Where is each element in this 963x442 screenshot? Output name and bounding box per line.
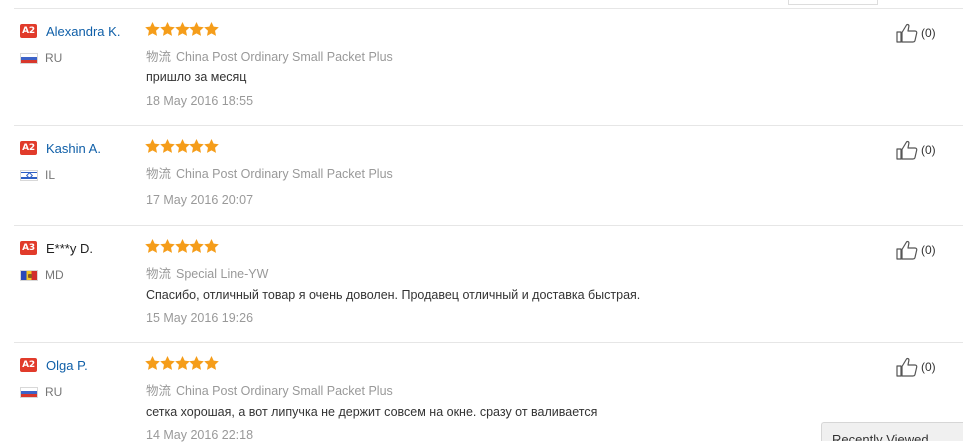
helpful-button[interactable]: (0) (896, 357, 936, 377)
logistics-method: Special Line-YW (176, 267, 269, 281)
reviewer-country: MD (20, 268, 64, 282)
star-icon (204, 22, 219, 36)
reviewer-name: E***y D. (46, 240, 93, 256)
star-icon (189, 239, 205, 253)
recently-viewed-tab[interactable]: Recently Viewed (821, 422, 963, 441)
logistics-label: 物流 (146, 50, 172, 64)
helpful-count: (0) (921, 26, 936, 40)
star-icon (189, 356, 205, 370)
star-icon (159, 139, 175, 153)
russia-flag-icon (20, 52, 38, 64)
country-code: RU (45, 385, 63, 399)
star-icon (174, 22, 190, 36)
review-item: A2 Kashin A. IL 物流 China Post Ordinary Sm… (14, 126, 963, 226)
star-icon (174, 239, 190, 253)
star-icon (145, 239, 160, 253)
reviewer-name[interactable]: Alexandra K. (46, 24, 120, 39)
star-rating (145, 22, 219, 38)
helpful-count: (0) (921, 143, 936, 157)
buyer-level-badge: A2 (20, 358, 37, 372)
star-icon (145, 356, 160, 370)
thumbs-up-icon (896, 140, 918, 160)
review-text: сетка хорошая, а вот липучка не держит с… (146, 405, 598, 419)
logistics-label: 物流 (146, 167, 172, 181)
star-icon (159, 22, 175, 36)
review-item: A3 E***y D. MD 物流 Special Line-YW Спасибо… (14, 226, 963, 343)
logistics-label: 物流 (146, 267, 172, 281)
star-icon (159, 356, 175, 370)
star-rating (145, 239, 219, 255)
helpful-button[interactable]: (0) (896, 23, 936, 43)
review-date: 15 May 2016 19:26 (146, 311, 254, 325)
logistics-info: 物流 China Post Ordinary Small Packet Plus (146, 46, 393, 65)
helpful-count: (0) (921, 360, 936, 374)
logistics-method: China Post Ordinary Small Packet Plus (176, 167, 393, 181)
reviewer: A2 Olga P. (20, 357, 88, 373)
sort-dropdown-edge[interactable] (788, 0, 878, 5)
thumbs-up-icon (896, 357, 918, 377)
star-icon (204, 239, 219, 253)
thumbs-up-icon (896, 23, 918, 43)
star-icon (174, 356, 190, 370)
reviewer-name[interactable]: Olga P. (46, 358, 88, 373)
review-date: 14 May 2016 22:18 (146, 428, 254, 442)
reviewer-country: IL (20, 168, 55, 182)
review-text: Спасибо, отличный товар я очень доволен.… (146, 288, 641, 302)
reviewer: A2 Kashin A. (20, 140, 101, 156)
logistics-method: China Post Ordinary Small Packet Plus (176, 384, 393, 398)
star-rating (145, 139, 219, 155)
russia-flag-icon (20, 386, 38, 398)
helpful-button[interactable]: (0) (896, 240, 936, 260)
buyer-level-badge: A2 (20, 141, 37, 155)
reviewer-country: RU (20, 51, 62, 65)
country-code: IL (45, 168, 56, 182)
review-item: A2 Alexandra K. RU 物流 China Post Ordinary… (14, 9, 963, 126)
logistics-info: 物流 China Post Ordinary Small Packet Plus (146, 163, 393, 182)
reviewer-name[interactable]: Kashin A. (46, 141, 101, 156)
country-code: MD (45, 268, 64, 282)
review-date: 18 May 2016 18:55 (146, 94, 254, 108)
star-icon (204, 356, 219, 370)
star-icon (204, 139, 219, 153)
star-icon (159, 239, 175, 253)
reviewer-country: RU (20, 385, 62, 399)
star-rating (145, 356, 219, 372)
logistics-info: 物流 China Post Ordinary Small Packet Plus (146, 380, 393, 399)
review-date: 17 May 2016 20:07 (146, 193, 254, 207)
star-icon (145, 139, 160, 153)
star-icon (145, 22, 160, 36)
reviewer: A3 E***y D. (20, 240, 93, 256)
thumbs-up-icon (896, 240, 918, 260)
logistics-label: 物流 (146, 384, 172, 398)
star-icon (174, 139, 190, 153)
moldova-flag-icon (20, 269, 38, 281)
review-text: пришло за месяц (146, 70, 247, 84)
logistics-info: 物流 Special Line-YW (146, 263, 268, 282)
logistics-method: China Post Ordinary Small Packet Plus (176, 50, 393, 64)
helpful-count: (0) (921, 243, 936, 257)
buyer-level-badge: A3 (20, 241, 37, 255)
israel-flag-icon (20, 169, 38, 181)
star-icon (189, 22, 205, 36)
star-icon (189, 139, 205, 153)
buyer-level-badge: A2 (20, 24, 37, 38)
country-code: RU (45, 51, 63, 65)
reviewer: A2 Alexandra K. (20, 23, 120, 39)
helpful-button[interactable]: (0) (896, 140, 936, 160)
